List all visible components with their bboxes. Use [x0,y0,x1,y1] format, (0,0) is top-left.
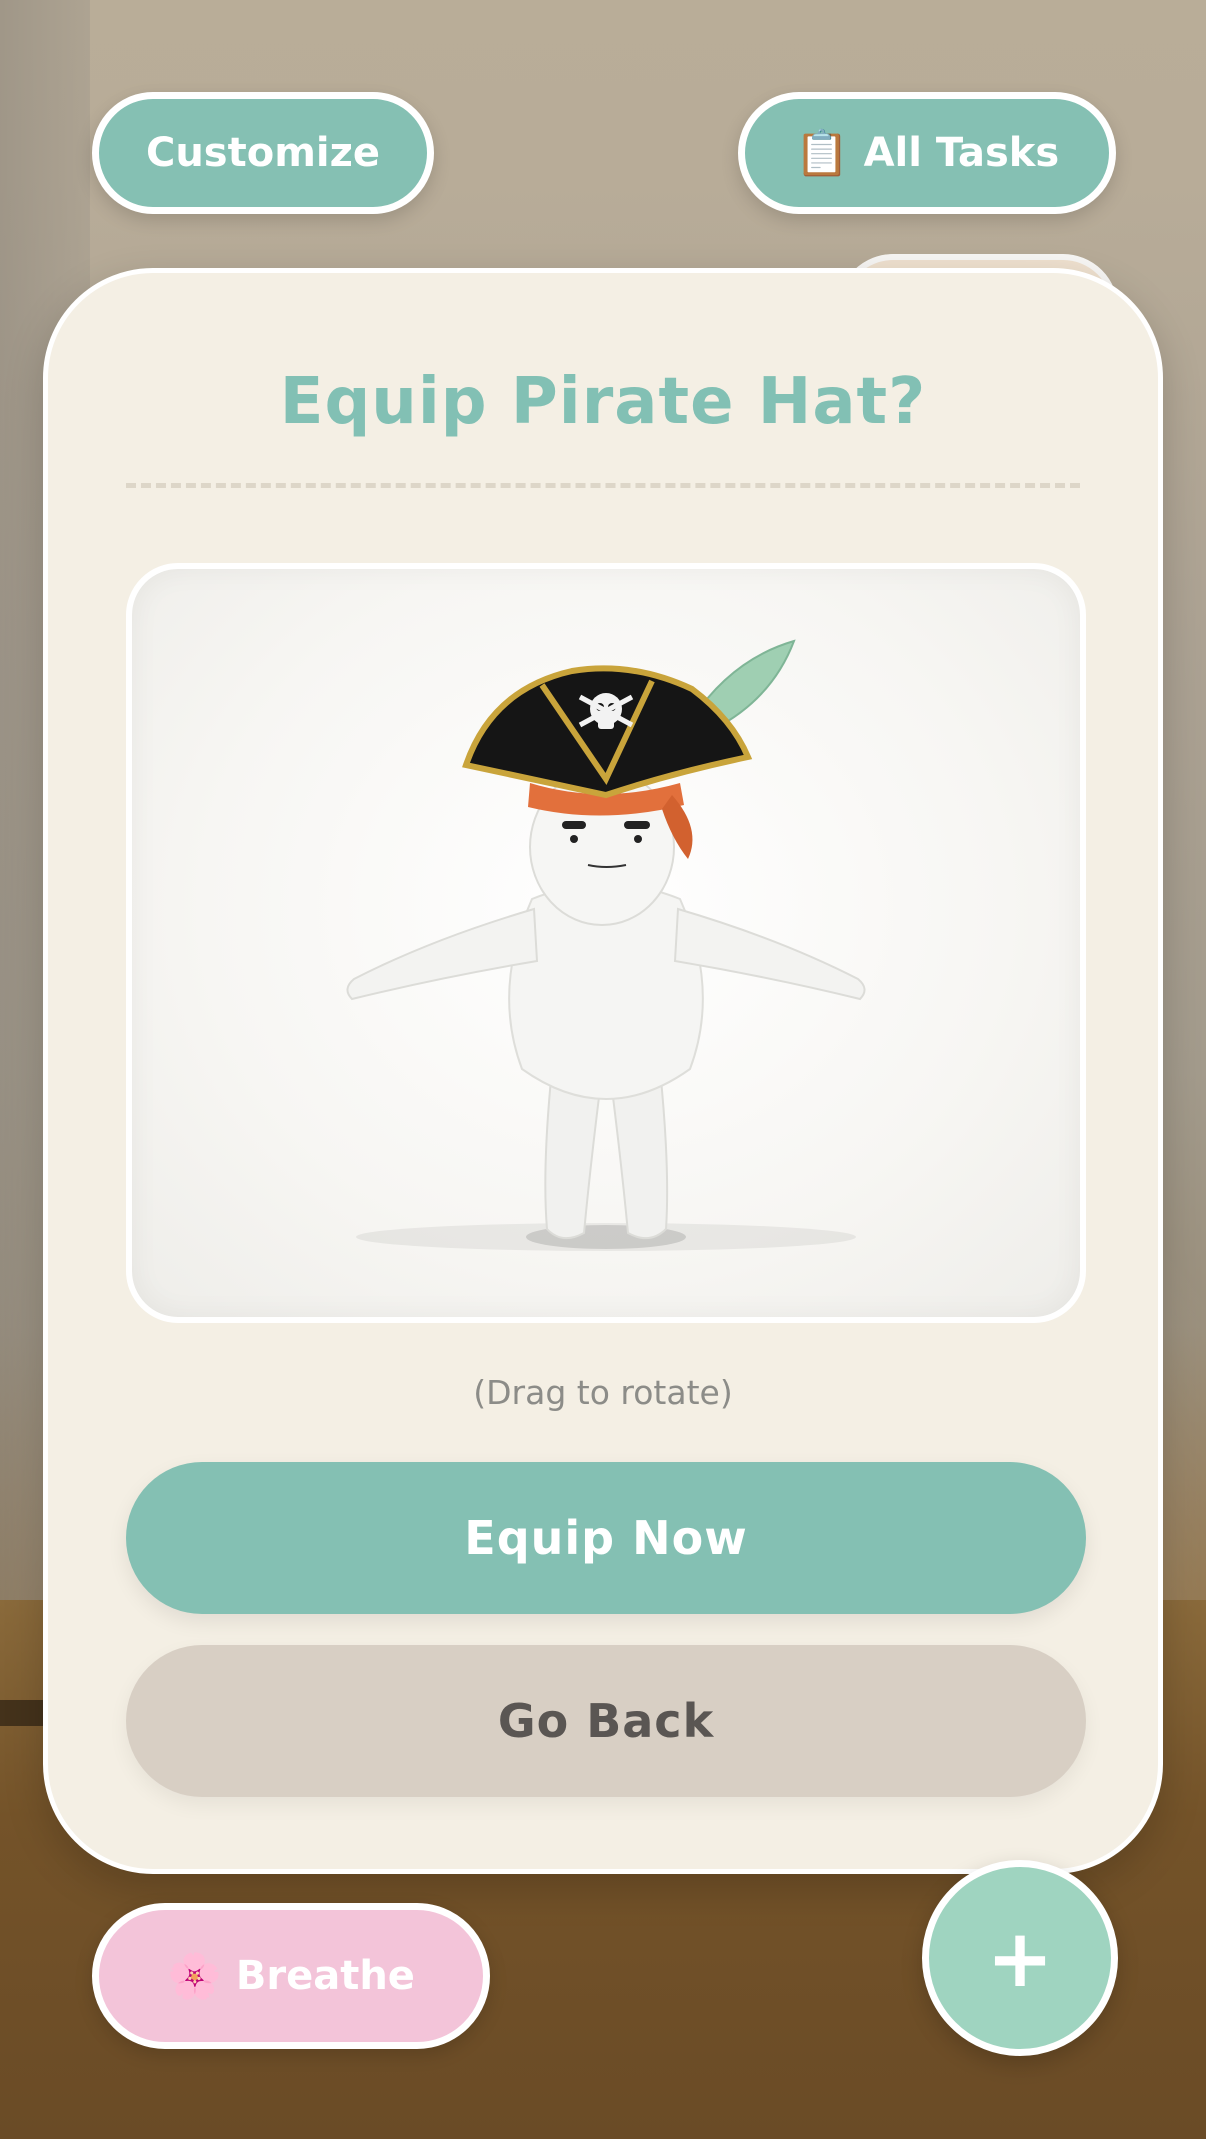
clipboard-icon: 📋 [794,128,850,179]
dashed-divider [126,483,1080,488]
plus-icon: + [986,1911,1054,2005]
dialog-title: Equip Pirate Hat? [279,365,927,439]
all-tasks-label: All Tasks [863,130,1060,176]
equip-dialog: Equip Pirate Hat? (Drag to rotate) Equip… [43,268,1163,1874]
all-tasks-button[interactable]: 📋 All Tasks [738,92,1116,214]
avatar-preview[interactable] [126,563,1086,1323]
avatar-3d-model [346,639,866,1251]
go-back-label: Go Back [497,1694,715,1748]
breathe-label: Breathe [235,1953,415,1999]
equip-now-button[interactable]: Equip Now [126,1462,1086,1614]
drag-hint: (Drag to rotate) [473,1373,733,1412]
equip-now-label: Equip Now [464,1511,748,1565]
flower-icon: 🌸 [167,1951,222,2002]
customize-label: Customize [145,130,381,176]
add-button[interactable]: + [922,1860,1118,2056]
breathe-button[interactable]: 🌸 Breathe [92,1903,490,2049]
customize-button[interactable]: Customize [92,92,434,214]
go-back-button[interactable]: Go Back [126,1645,1086,1797]
